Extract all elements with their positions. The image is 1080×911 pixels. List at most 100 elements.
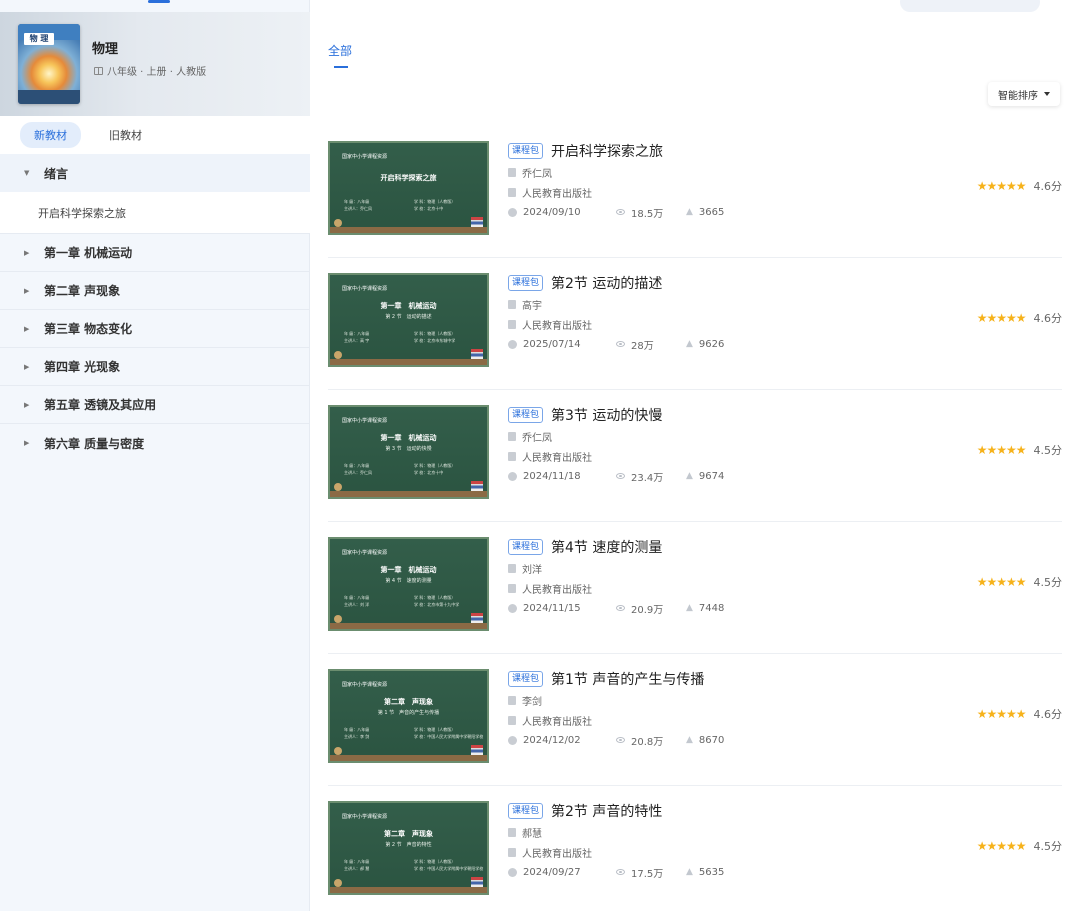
- thumb-header: 国家中小学课程资源: [342, 418, 388, 424]
- course-title[interactable]: 第2节 声音的特性: [551, 801, 662, 821]
- likes-stat: ▲ 8670: [686, 735, 724, 746]
- thumb-subtitle: 第 3 节 运动的快慢: [385, 446, 432, 452]
- rating-score: 4.6分: [1033, 180, 1063, 193]
- course-thumbnail[interactable]: 国家中小学课程资源 第一章 机械运动 第 3 节 运动的快慢 年 级：八年级 主…: [328, 405, 489, 499]
- globe-icon: [334, 219, 342, 227]
- thumb-info: 主讲人：高 宇: [344, 338, 370, 343]
- publish-date: 2024/09/10: [523, 206, 581, 218]
- publisher-line: 人民教育出版社: [508, 842, 928, 862]
- chapter-item[interactable]: ▶ 第六章 质量与密度: [0, 424, 310, 462]
- course-thumbnail[interactable]: 国家中小学课程资源 第二章 声现象 第 2 节 声音的特性 年 级：八年级 主讲…: [328, 801, 489, 895]
- author-name: 乔仁凤: [522, 432, 552, 444]
- chapter-item[interactable]: ▶ 第三章 物态变化: [0, 310, 310, 348]
- book-title: 物理: [92, 42, 119, 57]
- chapter-item[interactable]: ▶ 第一章 机械运动: [0, 234, 310, 272]
- book-icon: [94, 66, 103, 75]
- clock-icon: [508, 207, 517, 217]
- thumb-header: 国家中小学课程资源: [342, 814, 388, 820]
- thumb-info: 主讲人：刘 洋: [344, 602, 370, 607]
- thumb-info: 学 校：北京十中: [414, 470, 444, 475]
- chapter-intro[interactable]: ▼ 绪言: [0, 154, 310, 192]
- app-window: 物 理 物理 八年级 · 上册 · 人教版 新教材 旧教材 ▼ 绪言 开启科学探…: [0, 0, 1080, 911]
- course-title[interactable]: 第1节 声音的产生与传播: [551, 669, 704, 689]
- course-thumbnail[interactable]: 国家中小学课程资源 第一章 机械运动 第 2 节 运动的描述 年 级：八年级 主…: [328, 273, 489, 367]
- author-line: 乔仁凤: [508, 426, 928, 446]
- course-stats: 2024/12/02 20.8万 ▲ 8670: [508, 730, 928, 750]
- view-count: 18.5万: [631, 208, 664, 220]
- course-row[interactable]: 国家中小学课程资源 第一章 机械运动 第 4 节 速度的测量 年 级：八年级 主…: [328, 522, 1062, 654]
- publisher-name: 人民教育出版社: [522, 716, 592, 728]
- publisher-name: 人民教育出版社: [522, 848, 592, 860]
- globe-icon: [334, 483, 342, 491]
- thumb-info: 年 级：八年级: [344, 595, 370, 600]
- course-title[interactable]: 开启科学探索之旅: [551, 141, 663, 161]
- course-title-line: 课程包 第2节 声音的特性: [508, 800, 928, 822]
- thumb-subtitle: 第 2 节 运动的描述: [385, 314, 432, 320]
- thumb-info: 学 校：北京市东城中学: [414, 338, 456, 343]
- chapter-item[interactable]: ▶ 第五章 透镜及其应用: [0, 386, 310, 424]
- thumbs-up-icon: ▲: [686, 471, 693, 481]
- books-icon: [471, 349, 483, 359]
- course-thumbnail[interactable]: 国家中小学课程资源 开启科学探索之旅 年 级：八年级 主讲人：乔仁凤 学 科：物…: [328, 141, 489, 235]
- views-stat: 18.5万: [616, 205, 686, 220]
- thumb-title: 第二章 声现象: [384, 698, 433, 706]
- publisher-line: 人民教育出版社: [508, 314, 928, 334]
- course-rating: ★★★★★ 4.6分: [977, 706, 1062, 722]
- book-header: 物 理 物理 八年级 · 上册 · 人教版: [0, 12, 310, 116]
- chapter-item[interactable]: ▶ 第四章 光现象: [0, 348, 310, 386]
- rating-score: 4.5分: [1033, 576, 1063, 589]
- thumb-title: 第一章 机械运动: [380, 566, 437, 574]
- view-count: 23.4万: [631, 472, 664, 484]
- author-name: 乔仁凤: [522, 168, 552, 180]
- thumb-info: 学 科：物理（人教版）: [414, 199, 456, 204]
- course-row[interactable]: 国家中小学课程资源 第二章 声现象 第 1 节 声音的产生与传播 年 级：八年级…: [328, 654, 1062, 786]
- course-title[interactable]: 第2节 运动的描述: [551, 273, 662, 293]
- likes-stat: ▲ 3665: [686, 207, 724, 218]
- author-name: 高宇: [522, 300, 542, 312]
- chapter-item[interactable]: ▶ 第二章 声现象: [0, 272, 310, 310]
- course-info: 课程包 第4节 速度的测量 刘洋 人民教育出版社 2024/11/15 20.9…: [508, 536, 928, 618]
- course-row[interactable]: 国家中小学课程资源 第二章 声现象 第 2 节 声音的特性 年 级：八年级 主讲…: [328, 786, 1062, 911]
- tab-new-edition[interactable]: 新教材: [20, 122, 81, 148]
- course-title[interactable]: 第3节 运动的快慢: [551, 405, 662, 425]
- thumb-title: 开启科学探索之旅: [380, 174, 437, 182]
- course-rating: ★★★★★ 4.5分: [977, 442, 1062, 458]
- author-line: 乔仁凤: [508, 162, 928, 182]
- chalk-ledge: [330, 359, 487, 365]
- course-package-badge: 课程包: [508, 803, 544, 819]
- thumb-info: 学 校：北京十中: [414, 206, 444, 211]
- course-stats: 2025/07/14 28万 ▲ 9626: [508, 334, 928, 354]
- star-rating-icon: ★★★★★: [976, 575, 1027, 589]
- book-meta: 八年级 · 上册 · 人教版: [94, 63, 206, 78]
- caret-right-icon: ▶: [24, 324, 30, 333]
- thumb-info: 主讲人：郝 慧: [344, 866, 370, 871]
- course-row[interactable]: 国家中小学课程资源 开启科学探索之旅 年 级：八年级 主讲人：乔仁凤 学 科：物…: [328, 126, 1062, 258]
- views-stat: 20.9万: [616, 601, 686, 616]
- date-stat: 2024/12/02: [508, 735, 616, 746]
- like-count: 3665: [698, 206, 725, 218]
- eye-icon: [616, 605, 625, 611]
- rating-score: 4.6分: [1033, 708, 1063, 721]
- course-thumbnail[interactable]: 国家中小学课程资源 第二章 声现象 第 1 节 声音的产生与传播 年 级：八年级…: [328, 669, 489, 763]
- publisher-line: 人民教育出版社: [508, 710, 928, 730]
- course-row[interactable]: 国家中小学课程资源 第一章 机械运动 第 2 节 运动的描述 年 级：八年级 主…: [328, 258, 1062, 390]
- tab-old-edition[interactable]: 旧教材: [95, 122, 156, 148]
- lesson-item[interactable]: 开启科学探索之旅: [0, 192, 310, 234]
- thumb-info: 主讲人：李 剑: [344, 734, 370, 739]
- course-stats: 2024/09/10 18.5万 ▲ 3665: [508, 202, 928, 222]
- course-thumbnail[interactable]: 国家中小学课程资源 第一章 机械运动 第 4 节 速度的测量 年 级：八年级 主…: [328, 537, 489, 631]
- date-stat: 2024/09/27: [508, 867, 616, 878]
- like-count: 8670: [698, 734, 725, 746]
- tab-all[interactable]: 全部: [328, 42, 352, 59]
- star-rating-icon: ★★★★★: [976, 839, 1027, 853]
- thumb-info: 学 校：北京市第十九中学: [414, 602, 460, 607]
- course-title[interactable]: 第4节 速度的测量: [551, 537, 662, 557]
- course-info: 课程包 第3节 运动的快慢 乔仁凤 人民教育出版社 2024/11/18 23.…: [508, 404, 928, 486]
- course-row[interactable]: 国家中小学课程资源 第一章 机械运动 第 3 节 运动的快慢 年 级：八年级 主…: [328, 390, 1062, 522]
- chapter-label: 第六章 质量与密度: [44, 436, 145, 451]
- top-search-pill[interactable]: [900, 0, 1040, 12]
- course-rating: ★★★★★ 4.5分: [977, 838, 1062, 854]
- sort-dropdown[interactable]: 智能排序: [988, 82, 1060, 106]
- views-stat: 28万: [616, 337, 686, 352]
- globe-icon: [334, 351, 342, 359]
